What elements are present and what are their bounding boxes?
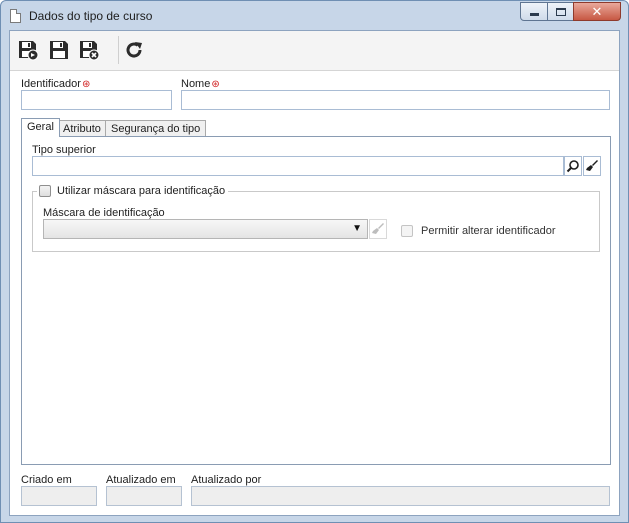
eraser-icon <box>586 160 598 171</box>
nome-label: Nome⊛ <box>181 78 220 90</box>
save-icon <box>50 41 68 59</box>
minimize-icon <box>529 13 539 16</box>
tab-atributo[interactable]: Atributo <box>57 120 107 137</box>
mascara-edit-button[interactable] <box>369 219 387 239</box>
criado-em-field <box>21 486 97 506</box>
toolbar-separator <box>118 36 119 64</box>
usar-mascara-label: Utilizar máscara para identificação <box>57 185 226 197</box>
close-button[interactable]: ✕ <box>573 2 621 21</box>
mascara-select[interactable]: ▼ <box>43 219 368 239</box>
atualizado-em-field <box>106 486 182 506</box>
minimize-button[interactable] <box>520 2 548 21</box>
close-icon: ✕ <box>591 3 603 19</box>
save-and-close-button[interactable] <box>77 38 101 62</box>
nome-label-text: Nome <box>181 78 211 90</box>
required-icon: ⊛ <box>81 79 91 90</box>
mascara-label: Máscara de identificação <box>43 207 165 219</box>
tab-geral[interactable]: Geral <box>21 118 60 137</box>
save-new-icon <box>19 41 39 61</box>
title-bar[interactable]: Dados do tipo de curso ✕ <box>1 1 628 31</box>
atualizado-em-label: Atualizado em <box>106 474 176 486</box>
dialog-content: Identificador⊛ Nome⊛ Geral Atributo Segu… <box>9 30 620 516</box>
required-icon: ⊛ <box>211 79 220 90</box>
save-and-new-button[interactable] <box>16 38 40 62</box>
criado-em-label: Criado em <box>21 474 72 486</box>
identificador-label-text: Identificador <box>21 78 81 90</box>
nome-input[interactable] <box>181 90 610 110</box>
mascara-fieldset: Utilizar máscara para identificação Másc… <box>32 183 600 252</box>
permitir-alterar-label: Permitir alterar identificador <box>421 225 556 237</box>
identificador-input[interactable] <box>21 90 172 110</box>
fieldset-legend: Utilizar máscara para identificação <box>37 183 229 199</box>
permitir-alterar-checkbox[interactable] <box>401 225 413 237</box>
save-close-icon <box>80 41 100 61</box>
tab-panel-geral: Tipo superior Utilizar máscara para iden… <box>21 136 611 465</box>
toolbar <box>10 31 619 71</box>
atualizado-por-label: Atualizado por <box>191 474 262 486</box>
tipo-superior-search-button[interactable] <box>564 156 582 176</box>
maximize-button[interactable] <box>547 2 574 21</box>
atualizado-por-field <box>191 486 610 506</box>
tab-seguranca-do-tipo[interactable]: Segurança do tipo <box>105 120 207 137</box>
tipo-superior-label: Tipo superior <box>32 144 96 156</box>
chevron-down-icon: ▼ <box>352 223 362 234</box>
refresh-button[interactable] <box>122 38 146 62</box>
save-button[interactable] <box>47 38 71 62</box>
search-icon <box>566 160 579 173</box>
tipo-superior-clear-button[interactable] <box>583 156 601 176</box>
maximize-icon <box>555 7 566 16</box>
usar-mascara-checkbox[interactable] <box>39 185 51 197</box>
window-title: Dados do tipo de curso <box>29 9 153 23</box>
identificador-label: Identificador⊛ <box>21 78 90 90</box>
document-icon <box>10 9 21 23</box>
refresh-icon <box>126 42 142 58</box>
tipo-superior-input[interactable] <box>32 156 564 176</box>
eraser-icon <box>372 223 384 234</box>
dialog-window: Dados do tipo de curso ✕ Identificador⊛ … <box>0 0 629 523</box>
